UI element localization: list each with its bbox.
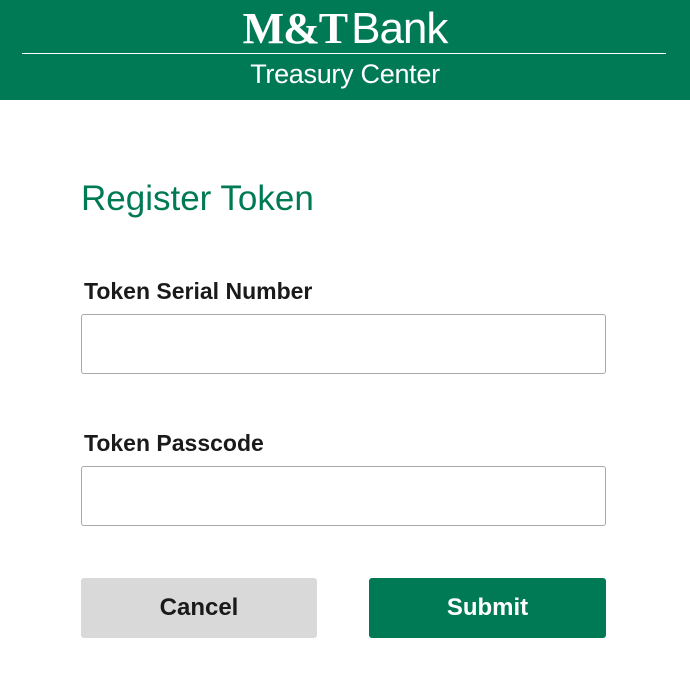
token-serial-number-input[interactable]	[81, 314, 606, 374]
treasury-center-title: Treasury Center	[250, 59, 440, 89]
logo-bank: Bank	[351, 4, 448, 53]
token-passcode-label: Token Passcode	[84, 430, 264, 456]
cancel-button[interactable]: Cancel	[81, 578, 317, 638]
submit-button[interactable]: Submit	[369, 578, 606, 638]
header-divider	[22, 53, 666, 54]
page-title: Register Token	[81, 179, 314, 218]
bank-logo: M&TBank	[0, 6, 690, 52]
app-header: M&TBank Treasury Center	[0, 0, 690, 100]
logo-mt: M&T	[242, 4, 349, 53]
token-serial-number-label: Token Serial Number	[84, 278, 313, 304]
token-passcode-input[interactable]	[81, 466, 606, 526]
